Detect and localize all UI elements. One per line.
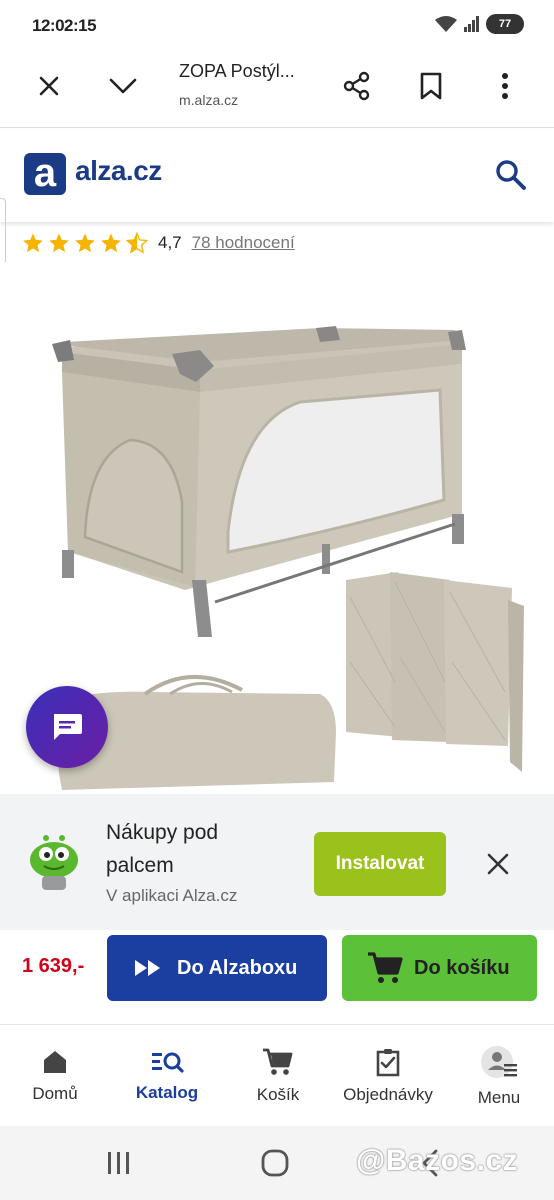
cart-icon: [263, 1048, 293, 1075]
nav-label-home: Domů: [32, 1084, 78, 1103]
share-icon[interactable]: [335, 64, 379, 108]
close-icon[interactable]: [478, 844, 518, 884]
bazos-watermark: @Bazos.cz: [356, 1144, 519, 1177]
orders-icon: [376, 1049, 400, 1077]
search-icon[interactable]: [494, 158, 528, 197]
nav-item-menu[interactable]: Menu: [460, 1025, 538, 1127]
nav-label-cart: Košík: [256, 1085, 300, 1104]
cart-icon: [368, 952, 403, 983]
nav-item-orders[interactable]: Objednávky: [336, 1025, 440, 1127]
status-icons: 77: [434, 14, 524, 34]
screen: 12:02:15 77 ZOPA Postýl... m.alza.cz a a…: [0, 0, 554, 1200]
logo-letter: a: [33, 151, 57, 195]
chat-button[interactable]: [26, 686, 108, 768]
close-icon[interactable]: [27, 64, 71, 108]
rating-count-link[interactable]: 78 hodnocení: [192, 233, 295, 253]
nav-label-orders: Objednávky: [343, 1085, 433, 1104]
recent-apps-icon[interactable]: [106, 1150, 132, 1181]
rating-value: 4,7: [158, 233, 182, 252]
bookmark-icon[interactable]: [409, 64, 453, 108]
alza-alien-mascot-icon: [24, 832, 84, 892]
star-full-icon: [75, 233, 95, 253]
star-full-icon: [49, 233, 69, 253]
system-nav-bar: @Bazos.cz: [0, 1126, 554, 1200]
signal-icon: [464, 16, 479, 32]
rating: 4,7 78 hodnocení: [22, 232, 295, 254]
site-header: a alza.cz: [0, 130, 554, 222]
alzabox-button[interactable]: Do Alzaboxu: [107, 935, 327, 1001]
home-button-icon[interactable]: [260, 1148, 290, 1183]
browser-toolbar: ZOPA Postýl... m.alza.cz: [0, 52, 554, 128]
battery-indicator: 77: [486, 14, 524, 34]
home-icon: [44, 1051, 66, 1073]
nav-item-cart[interactable]: Košík: [238, 1025, 318, 1127]
alzabox-label: Do Alzaboxu: [177, 956, 298, 979]
app-banner-title: Nákupy pod palcem: [106, 821, 219, 877]
catalog-search-icon: [152, 1052, 184, 1073]
star-full-icon: [23, 233, 43, 253]
chat-icon: [54, 714, 82, 740]
star-half-icon: [126, 232, 148, 254]
buy-bar: 1 639,- Do Alzaboxu Do košíku: [0, 930, 554, 1022]
page-title: ZOPA Postýl...: [179, 61, 295, 81]
cart-label: Do košíku: [414, 956, 510, 979]
app-banner-subtitle: V aplikaci Alza.cz: [106, 886, 238, 905]
status-bar: 12:02:15 77: [0, 0, 554, 52]
alza-logo[interactable]: a: [24, 153, 66, 195]
account-menu-icon: [481, 1046, 517, 1078]
wifi-icon: [435, 16, 457, 32]
nav-item-home[interactable]: Domů: [14, 1025, 96, 1127]
install-button[interactable]: Instalovat: [314, 832, 446, 896]
app-install-banner: Nákupy pod palcem V aplikaci Alza.cz Ins…: [0, 794, 554, 930]
logo-text[interactable]: alza.cz: [75, 155, 162, 187]
nav-label-menu: Menu: [477, 1088, 521, 1107]
nav-label-catalog: Katalog: [135, 1083, 199, 1102]
nav-item-catalog[interactable]: Katalog: [124, 1025, 210, 1127]
bottom-nav: Domů Katalog Košík Objednávky Menu: [0, 1024, 554, 1126]
more-vert-icon[interactable]: [483, 64, 527, 108]
fast-forward-icon: [135, 960, 160, 976]
chevron-down-icon[interactable]: [101, 64, 145, 108]
add-to-cart-button[interactable]: Do košíku: [342, 935, 537, 1001]
price: 1 639,-: [22, 955, 85, 977]
page-url[interactable]: m.alza.cz: [179, 92, 238, 108]
status-time: 12:02:15: [32, 16, 97, 35]
star-full-icon: [101, 233, 121, 253]
